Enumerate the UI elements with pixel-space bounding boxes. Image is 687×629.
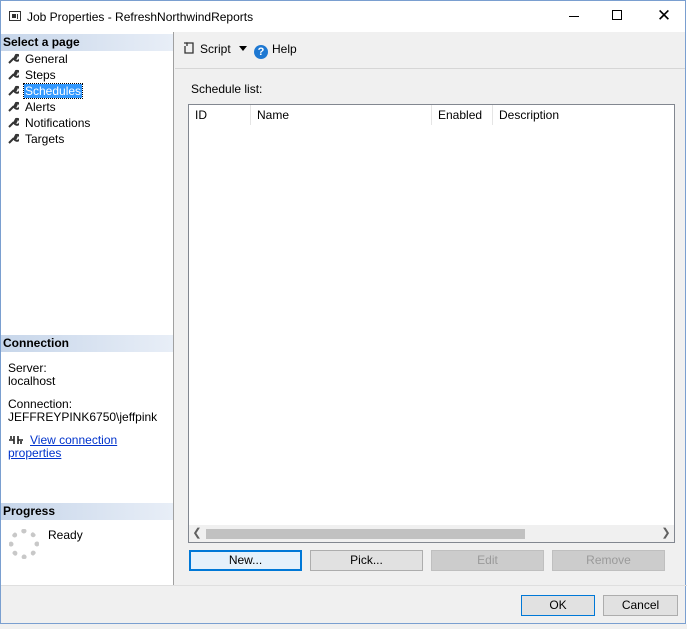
page-item-steps[interactable]: Steps bbox=[7, 68, 57, 83]
progress-status: Ready bbox=[48, 528, 83, 542]
close-icon: ✕ bbox=[656, 6, 672, 25]
left-pane: Select a page General Steps Schedules Al… bbox=[1, 32, 174, 585]
wrench-icon bbox=[8, 101, 19, 112]
wrench-icon bbox=[8, 69, 19, 80]
view-connection-link[interactable]: View connection properties bbox=[8, 433, 117, 460]
title-bar[interactable]: Job Properties - RefreshNorthwindReports… bbox=[1, 1, 685, 32]
view-connection-properties[interactable]: View connection properties bbox=[8, 434, 173, 460]
job-properties-dialog: Job Properties - RefreshNorthwindReports… bbox=[0, 0, 687, 624]
horizontal-scrollbar[interactable]: ❮ ❯ bbox=[189, 525, 674, 542]
connection-header: Connection bbox=[1, 335, 173, 352]
script-button[interactable]: Script bbox=[183, 42, 247, 56]
wrench-icon bbox=[8, 117, 19, 128]
minimize-icon bbox=[569, 16, 579, 17]
scroll-left-icon[interactable]: ❮ bbox=[189, 526, 205, 542]
wrench-icon bbox=[8, 53, 19, 64]
server-value: localhost bbox=[8, 374, 56, 388]
new-schedule-button[interactable]: New... bbox=[189, 550, 302, 571]
page-item-label: Alerts bbox=[25, 100, 56, 114]
page-item-general[interactable]: General bbox=[7, 52, 69, 67]
page-item-label: Schedules bbox=[22, 83, 84, 99]
page-item-targets[interactable]: Targets bbox=[7, 132, 65, 147]
column-header-enabled[interactable]: Enabled bbox=[432, 105, 493, 125]
connection-value: JEFFREYPINK6750\jeffpink bbox=[8, 410, 158, 424]
column-header-description[interactable]: Description bbox=[493, 105, 674, 125]
wrench-icon bbox=[8, 133, 19, 144]
page-item-label: General bbox=[25, 52, 68, 66]
toolbar: Script ? Help bbox=[175, 32, 685, 69]
edit-schedule-button[interactable]: Edit bbox=[431, 550, 544, 571]
schedule-list-label: Schedule list: bbox=[191, 82, 263, 96]
progress-spinner-icon bbox=[9, 529, 39, 559]
column-header-id[interactable]: ID bbox=[189, 105, 251, 125]
page-item-label: Notifications bbox=[25, 116, 91, 130]
window-title: Job Properties - RefreshNorthwindReports bbox=[27, 10, 254, 24]
script-label: Script bbox=[200, 42, 231, 56]
maximize-icon bbox=[612, 10, 622, 20]
progress-header: Progress bbox=[1, 503, 173, 520]
schedule-list[interactable]: ID Name Enabled Description ❮ ❯ bbox=[188, 104, 675, 543]
select-page-header: Select a page bbox=[1, 34, 173, 51]
help-label: Help bbox=[272, 42, 297, 56]
pick-schedule-button[interactable]: Pick... bbox=[310, 550, 423, 571]
page-item-label: Steps bbox=[25, 68, 56, 82]
help-icon: ? bbox=[254, 45, 268, 59]
background-window-strip bbox=[0, 624, 687, 629]
minimize-button[interactable] bbox=[551, 1, 597, 32]
column-header-name[interactable]: Name bbox=[251, 105, 432, 125]
dropdown-arrow-icon[interactable] bbox=[238, 46, 247, 51]
page-item-alerts[interactable]: Alerts bbox=[7, 100, 57, 115]
page-item-label: Targets bbox=[25, 132, 65, 146]
ok-button[interactable]: OK bbox=[521, 595, 595, 616]
remove-schedule-button[interactable]: Remove bbox=[552, 550, 665, 571]
help-button[interactable]: ? Help bbox=[254, 42, 297, 59]
page-item-schedules[interactable]: Schedules bbox=[7, 83, 84, 99]
connection-plug-icon bbox=[9, 436, 23, 444]
scroll-right-icon[interactable]: ❯ bbox=[658, 526, 674, 542]
window-icon bbox=[9, 11, 21, 21]
footer-divider bbox=[1, 585, 687, 586]
maximize-button[interactable] bbox=[595, 1, 641, 32]
scrollbar-thumb[interactable] bbox=[206, 529, 525, 539]
script-icon bbox=[184, 42, 194, 54]
close-button[interactable]: ✕ bbox=[641, 1, 687, 32]
wrench-icon bbox=[8, 85, 19, 96]
cancel-button[interactable]: Cancel bbox=[603, 595, 678, 616]
page-item-notifications[interactable]: Notifications bbox=[7, 116, 91, 131]
